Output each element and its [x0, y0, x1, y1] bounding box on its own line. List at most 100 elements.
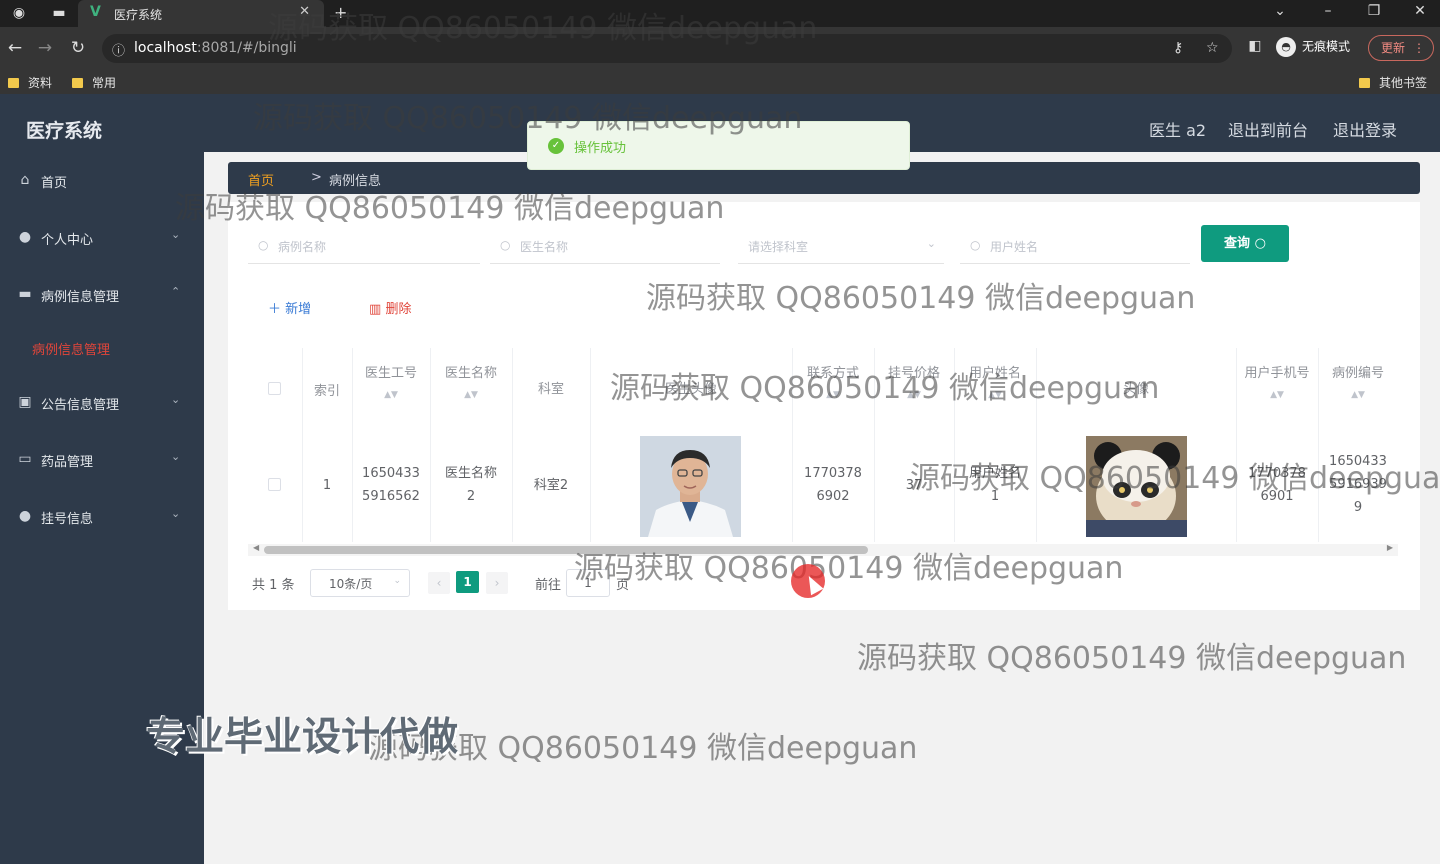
sidebar-item-home[interactable]: ⌂ 首页 — [0, 160, 204, 200]
menu-dots-icon: ⋮ — [1413, 41, 1425, 55]
contact-cell: 1770378 6902 — [804, 466, 862, 504]
key-icon[interactable]: ⚷ — [1173, 40, 1183, 56]
column-header[interactable]: 科室 — [512, 348, 590, 430]
column-header[interactable]: 医生工号 ▲▼ — [352, 348, 430, 430]
sidebar-item-registration[interactable]: ● 挂号信息 ⌄ — [0, 496, 204, 536]
chevron-down-icon: ⌄ — [393, 576, 401, 586]
tab-close-icon[interactable]: ✕ — [299, 4, 310, 19]
search-icon: ○ — [970, 238, 981, 252]
incognito-icon: ◓ — [1276, 37, 1296, 57]
update-button[interactable]: 更新 ⋮ — [1368, 35, 1434, 61]
reload-icon[interactable]: ↻ — [67, 38, 89, 58]
row-checkbox[interactable] — [268, 478, 281, 491]
search-icon: ○ — [258, 238, 269, 252]
vue-logo-icon: V — [90, 4, 101, 20]
price-cell: 37 — [905, 478, 923, 493]
scroll-left-icon[interactable]: ◀ — [253, 543, 259, 552]
column-header[interactable]: 联系方式 ▲▼ — [792, 348, 874, 430]
chat-icon: ▭ — [18, 451, 32, 467]
horizontal-scrollbar[interactable]: ◀ ▶ — [248, 543, 1398, 556]
update-label: 更新 — [1381, 41, 1406, 55]
select-all-checkbox[interactable] — [268, 382, 281, 395]
site-info-icon[interactable]: ⓘ — [112, 40, 125, 59]
bookmark-folder[interactable]: 常用 — [72, 74, 116, 91]
header-label: 挂号价格 — [887, 366, 940, 381]
next-page-button[interactable]: › — [486, 572, 508, 594]
column-header[interactable]: 用户手机号 ▲▼ — [1236, 348, 1318, 430]
column-header[interactable]: 医生名称 ▲▼ — [430, 348, 512, 430]
sort-icon: ▲▼ — [1351, 390, 1365, 400]
close-window-button[interactable]: ✕ — [1408, 3, 1432, 19]
page-size-value: 10条/页 — [329, 577, 373, 591]
success-toast: ✓ 操作成功 — [527, 121, 910, 170]
header-label: 科室 — [537, 382, 564, 397]
sidebar-item-drug-management[interactable]: ▭ 药品管理 ⌄ — [0, 439, 204, 479]
back-icon[interactable]: ← — [4, 38, 26, 58]
column-header[interactable]: 索引 — [302, 348, 352, 430]
sidebar-item-label: 首页 — [41, 176, 68, 191]
doctor-name-input[interactable]: ○ 医生名称 — [490, 228, 720, 264]
browser-tab-active[interactable]: V 医疗系统 ✕ — [78, 0, 324, 27]
incognito-indicator[interactable]: ◓ 无痕模式 — [1276, 37, 1350, 57]
case-name-placeholder: 病例名称 — [278, 240, 327, 254]
prev-page-button[interactable]: ‹ — [428, 572, 450, 594]
column-header[interactable]: 头像 — [1036, 348, 1236, 430]
user-icon: ● — [18, 508, 32, 524]
goto-page-input[interactable]: 1 — [566, 569, 610, 597]
url-host: localhost — [134, 40, 197, 56]
sidebar-item-label: 病例信息管理 — [41, 290, 120, 305]
tab-title: 医疗系统 — [114, 8, 163, 22]
sidebar-item-profile[interactable]: ● 个人中心 ⌄ — [0, 217, 204, 257]
address-bar[interactable]: ⓘ localhost:8081/#/bingli ⚷ ☆ — [102, 34, 1232, 63]
browser-toolbar: ← → ↻ ⓘ localhost:8081/#/bingli ⚷ ☆ ◧ ◓ 无… — [0, 27, 1440, 69]
doctor-name-placeholder: 医生名称 — [520, 240, 569, 254]
star-icon[interactable]: ☆ — [1206, 40, 1219, 56]
query-button[interactable]: 查询 ○ — [1201, 225, 1289, 262]
sidebar-subitem-case-management[interactable]: 病例信息管理 — [32, 339, 110, 358]
folder-icon — [72, 78, 83, 88]
scrollbar-thumb[interactable] — [264, 546, 868, 554]
user-name-input[interactable]: ○ 用户姓名 — [960, 228, 1190, 264]
header-label: 病例编号 — [1331, 366, 1384, 381]
sidebar-item-label: 公告信息管理 — [41, 398, 120, 413]
case-no-cell: 1650433 5916939 9 — [1329, 454, 1387, 515]
sidepanel-icon[interactable]: ◧ — [1244, 38, 1266, 54]
chevron-down-icon: ⌄ — [171, 393, 181, 406]
logout-link[interactable]: 退出登录 — [1333, 117, 1397, 141]
bookmark-folder[interactable]: 资料 — [8, 74, 52, 91]
page-size-select[interactable]: 10条/页 ⌄ — [310, 569, 410, 597]
forward-icon[interactable]: → — [34, 38, 56, 58]
case-name-input[interactable]: ○ 病例名称 — [248, 228, 480, 264]
browser-profile-icon[interactable]: ◉ — [8, 4, 30, 22]
tab-search-icon[interactable]: ▬ — [48, 4, 70, 22]
column-header[interactable]: 病例编号 ▲▼ — [1318, 348, 1398, 430]
other-bookmarks[interactable]: 其他书签 — [1359, 74, 1427, 91]
folder-icon — [8, 78, 19, 88]
pagination-total: 共 1 条 — [252, 578, 295, 593]
chevron-down-icon: ⌄ — [171, 507, 181, 520]
column-header[interactable]: 挂号价格 ▲▼ — [874, 348, 954, 430]
department-select[interactable]: 请选择科室 ⌄ — [738, 228, 944, 264]
scroll-right-icon[interactable]: ▶ — [1387, 543, 1393, 552]
header-label: 索引 — [313, 384, 340, 399]
page-number-current[interactable]: 1 — [456, 571, 479, 593]
minimize-button[interactable]: – — [1316, 3, 1340, 19]
sidebar-item-label: 个人中心 — [41, 233, 94, 248]
restore-button[interactable]: ❐ — [1362, 3, 1386, 19]
column-header[interactable]: 医生头像 — [590, 348, 792, 430]
user-photo-cell — [1036, 430, 1236, 542]
breadcrumb-home[interactable]: 首页 — [248, 170, 274, 189]
index-cell: 1 — [322, 478, 332, 493]
doctor-avatar-image[interactable] — [640, 436, 741, 537]
delete-button[interactable]: ▥ 删除 — [369, 298, 411, 317]
breadcrumb-current: 病例信息 — [329, 174, 382, 189]
user-avatar-image[interactable] — [1086, 436, 1187, 537]
column-header[interactable]: 用户姓名 ▲▼ — [954, 348, 1036, 430]
add-button[interactable]: ＋ 新增 — [268, 298, 311, 317]
new-tab-button[interactable]: + — [334, 3, 347, 22]
sidebar-item-notice-management[interactable]: ▣ 公告信息管理 ⌄ — [0, 382, 204, 422]
back-to-front-link[interactable]: 退出到前台 — [1228, 117, 1308, 141]
sidebar-item-case-management[interactable]: ▬ 病例信息管理 ⌃ — [0, 274, 204, 314]
tab-list-icon[interactable]: ⌄ — [1268, 3, 1292, 19]
chevron-down-icon: ⌄ — [171, 450, 181, 463]
